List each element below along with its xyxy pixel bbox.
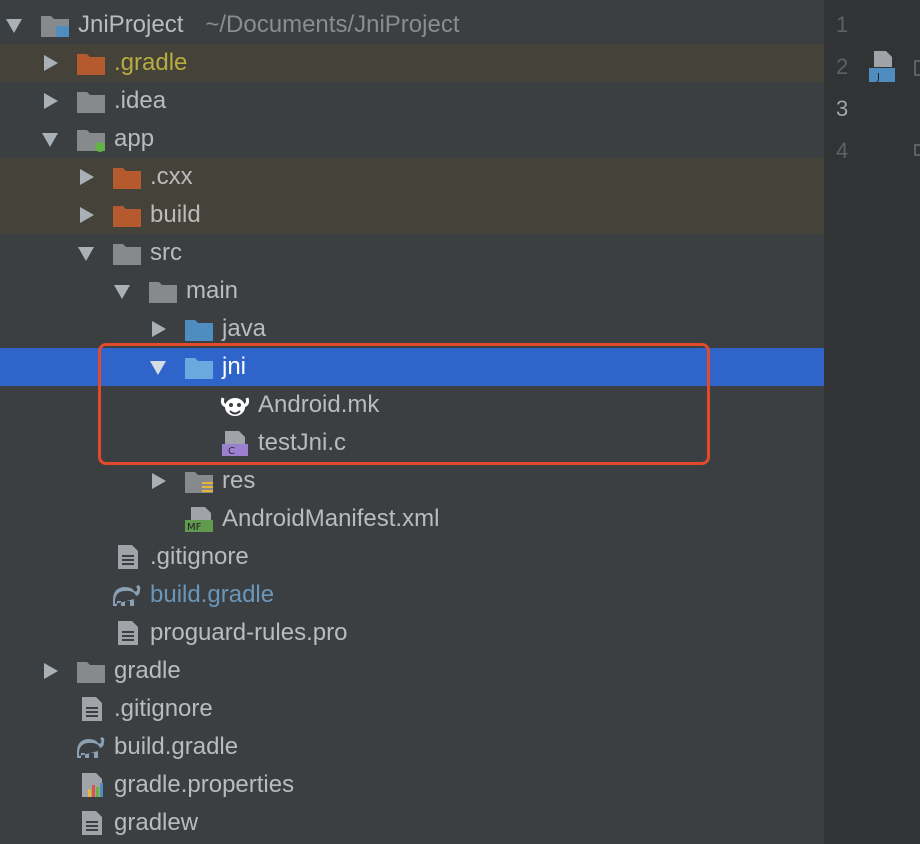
expand-arrow-right-icon[interactable] (152, 473, 166, 489)
manifest-file-icon: MF (184, 506, 214, 533)
app-gitignore-label: .gitignore (150, 543, 249, 570)
project-path: ~/Documents/JniProject (205, 11, 460, 38)
testjni-c-label: testJni.c (258, 429, 347, 456)
line-number: 4 (836, 138, 849, 163)
project-root-label: JniProject ~/Documents/JniProject (78, 6, 459, 44)
svg-text:C: C (228, 446, 235, 456)
app-build-gradle-label: build.gradle (150, 581, 275, 608)
cxx-label: .cxx (150, 163, 193, 190)
gnu-makefile-icon (220, 392, 250, 418)
text-file-icon (78, 696, 108, 722)
folder-icon (148, 278, 178, 304)
android-manifest-label: AndroidManifest.xml (222, 505, 440, 532)
root-build-gradle-label: build.gradle (114, 733, 239, 760)
expand-arrow-right-icon[interactable] (44, 93, 58, 109)
line-number: 1 (836, 12, 849, 37)
tree-row-android-mk[interactable]: Android.mk (0, 386, 824, 424)
tree-row-app-gitignore[interactable]: .gitignore (0, 538, 824, 576)
main-label: main (186, 277, 239, 304)
c-file-icon: C (220, 430, 250, 457)
gradlew-label: gradlew (114, 809, 199, 836)
tree-row-jni[interactable]: jni (0, 348, 824, 386)
gradle-dir-label: gradle (114, 657, 181, 684)
project-folder-icon (40, 12, 70, 38)
expand-arrow-right-icon[interactable] (80, 207, 94, 223)
tree-row-gradle-dir[interactable]: gradle (0, 652, 824, 690)
fold-marker-icon[interactable] (914, 144, 920, 156)
dot-gradle-label: .gradle (114, 49, 188, 76)
java-file-icon: J (866, 50, 896, 84)
idea-label: .idea (114, 87, 167, 114)
tree-row-app-build-gradle[interactable]: build.gradle (0, 576, 824, 614)
expand-arrow-right-icon[interactable] (44, 55, 58, 71)
res-label: res (222, 467, 256, 494)
tree-row-res[interactable]: res (0, 462, 824, 500)
tree-row-main[interactable]: main (0, 272, 824, 310)
build-label: build (150, 201, 201, 228)
tree-row-gradle-properties[interactable]: gradle.properties (0, 766, 824, 804)
expand-arrow-right-icon[interactable] (44, 663, 58, 679)
root-gitignore-label: .gitignore (114, 695, 213, 722)
folder-icon (76, 88, 106, 114)
java-label: java (222, 315, 267, 342)
tree-row-build[interactable]: build (0, 196, 824, 234)
gradle-properties-label: gradle.properties (114, 771, 295, 798)
text-file-icon (114, 620, 144, 646)
resources-folder-icon (184, 468, 214, 494)
gradle-elephant-icon (76, 734, 106, 760)
tree-row-dot-gradle[interactable]: .gradle (0, 44, 824, 82)
jni-label: jni (222, 353, 247, 380)
tree-row-proguard[interactable]: proguard-rules.pro (0, 614, 824, 652)
excluded-folder-icon (112, 164, 142, 190)
tree-row-app[interactable]: app (0, 120, 824, 158)
expand-arrow-down-icon[interactable] (6, 19, 22, 33)
editor-gutter: 1 2 3 4 J (824, 0, 920, 844)
folder-icon (76, 658, 106, 684)
source-folder-icon (184, 316, 214, 342)
project-name: JniProject (78, 11, 184, 38)
tree-row-src[interactable]: src (0, 234, 824, 272)
fold-marker-icon[interactable] (914, 60, 920, 76)
tree-row-gradlew[interactable]: gradlew (0, 804, 824, 842)
tree-row-root-gitignore[interactable]: .gitignore (0, 690, 824, 728)
tree-row-java[interactable]: java (0, 310, 824, 348)
expand-arrow-down-icon[interactable] (114, 285, 130, 299)
tree-row-android-manifest[interactable]: MF AndroidManifest.xml (0, 500, 824, 538)
expand-arrow-down-icon[interactable] (42, 133, 58, 147)
source-folder-icon (184, 354, 214, 380)
line-number-current: 3 (836, 96, 849, 121)
expand-arrow-right-icon[interactable] (80, 169, 94, 185)
expand-arrow-down-icon[interactable] (78, 247, 94, 261)
excluded-folder-icon (76, 50, 106, 76)
folder-icon (112, 240, 142, 266)
tree-row-idea[interactable]: .idea (0, 82, 824, 120)
text-file-icon (114, 544, 144, 570)
excluded-folder-icon (112, 202, 142, 228)
project-tree-panel: JniProject ~/Documents/JniProject .gradle… (0, 0, 824, 844)
module-folder-icon (76, 126, 106, 152)
expand-arrow-right-icon[interactable] (152, 321, 166, 337)
line-number: 2 (836, 54, 849, 79)
tree-row-root-build-gradle[interactable]: build.gradle (0, 728, 824, 766)
app-label: app (114, 125, 155, 152)
tree-row-cxx[interactable]: .cxx (0, 158, 824, 196)
src-label: src (150, 239, 182, 266)
android-mk-label: Android.mk (258, 391, 380, 418)
tree-row-project-root[interactable]: JniProject ~/Documents/JniProject (0, 6, 824, 44)
gradle-elephant-icon (112, 582, 142, 608)
expand-arrow-down-icon[interactable] (150, 361, 166, 375)
text-file-icon (78, 810, 108, 836)
tree-row-testjni-c[interactable]: C testJni.c (0, 424, 824, 462)
svg-text:J: J (876, 72, 880, 83)
svg-text:MF: MF (187, 522, 202, 532)
proguard-label: proguard-rules.pro (150, 619, 348, 646)
properties-file-icon (78, 772, 108, 798)
